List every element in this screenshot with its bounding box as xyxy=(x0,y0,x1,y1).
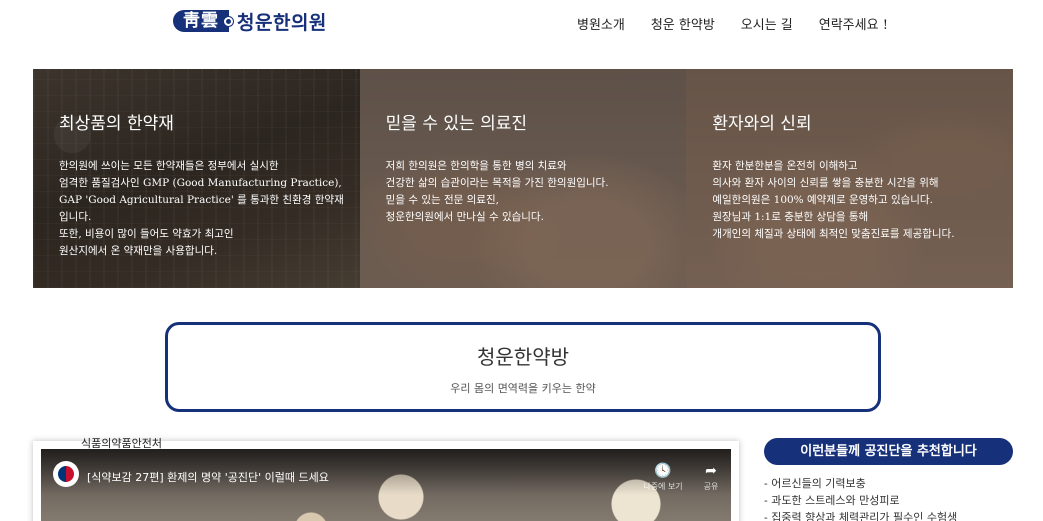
panel-text-line: 입니다. xyxy=(59,211,92,223)
panel-content: 믿을 수 있는 의료진 저희 한의원은 한의학을 통한 병의 치료와 건강한 삶… xyxy=(386,109,673,226)
panel-text-line: GAP 'Good Agricultural Practice' 를 통과한 친… xyxy=(59,194,344,206)
list-item: - 집중력 향상과 체력관리가 필수인 수험생 xyxy=(764,511,958,521)
list-item: - 과도한 스트레스와 만성피로 xyxy=(764,494,900,507)
panel-text-line: 의사와 환자 사이의 신뢰를 쌓을 충분한 시간을 위해 xyxy=(712,177,939,189)
recommendation-list: - 어르신들의 기력보충 - 과도한 스트레스와 만성피로 - 집중력 향상과 … xyxy=(764,475,1013,521)
section-title: 청운한약방 xyxy=(477,345,569,369)
main-nav: 병원소개 청운 한약방 오시는 길 연락주세요 ! xyxy=(577,14,914,33)
recommendation-box: 이런분들께 공진단을 추천합니다 - 어르신들의 기력보충 - 과도한 스트레스… xyxy=(764,438,1013,521)
channel-avatar[interactable] xyxy=(53,461,79,487)
panel-content: 최상품의 한약재 한의원에 쓰이는 모든 한약재들은 정부에서 실시한 엄격한 … xyxy=(59,109,346,260)
nav-item-pharmacy[interactable]: 청운 한약방 xyxy=(651,14,715,33)
video-embed: 식품의약품안전처 [식약보감 27편] 환제의 명약 '공진단' 이럴때 드세요… xyxy=(33,437,739,521)
hero-panel-doctors: 믿을 수 있는 의료진 저희 한의원은 한의학을 통한 병의 치료와 건강한 삶… xyxy=(359,69,687,288)
nav-item-directions[interactable]: 오시는 길 xyxy=(741,14,793,33)
taeguk-icon xyxy=(58,466,74,482)
panel-text-line: 저희 한의원은 한의학을 통한 병의 치료와 xyxy=(385,160,567,172)
nav-item-about[interactable]: 병원소개 xyxy=(577,14,625,33)
nav-item-contact[interactable]: 연락주세요 ! xyxy=(819,14,888,33)
logo-dot-icon xyxy=(224,16,233,26)
panel-text-line: 한의원에 쓰이는 모든 한약재들은 정부에서 실시한 xyxy=(59,160,279,172)
panel-text-line: 원산지에서 온 약재만을 사용합니다. xyxy=(59,245,218,257)
panel-text-line: 원장님과 1:1로 충분한 상담을 통해 xyxy=(712,211,869,223)
share-button[interactable]: ➦ 공유 xyxy=(691,463,731,492)
watch-later-label: 나중에 보기 xyxy=(643,482,683,491)
section-subtitle: 우리 몸의 면역력을 키우는 한약 xyxy=(450,382,596,395)
clinic-logo[interactable]: 靑雲 청운한의원 xyxy=(173,9,327,34)
site-header: 靑雲 청운한의원 병원소개 청운 한약방 오시는 길 연락주세요 ! xyxy=(0,0,1043,44)
panel-text-line: 예일한의원은 100% 예약제로 운영하고 있습니다. xyxy=(712,194,933,206)
recommendation-title: 이런분들께 공진단을 추천합니다 xyxy=(764,438,1013,465)
panel-text-line: 또한, 비용이 많이 들어도 약효가 최고인 xyxy=(59,228,234,240)
panel-text-line: 청운한의원에서 만나실 수 있습니다. xyxy=(385,211,544,223)
logo-hanja: 靑雲 xyxy=(173,10,229,32)
hero-panels: 최상품의 한약재 한의원에 쓰이는 모든 한약재들은 정부에서 실시한 엄격한 … xyxy=(33,69,1014,288)
panel-title: 최상품의 한약재 xyxy=(59,114,174,134)
clock-icon: 🕓 xyxy=(654,463,672,479)
youtube-player[interactable]: [식약보감 27편] 환제의 명약 '공진단' 이럴때 드세요 🕓 나중에 보기… xyxy=(41,449,731,521)
list-item: - 어르신들의 기력보충 xyxy=(764,477,866,490)
panel-text-line: 환자 한분한분을 온전히 이해하고 xyxy=(712,160,858,172)
panel-text-line: 엄격한 품질검사인 GMP (Good Manufacturing Practi… xyxy=(59,177,342,189)
pharmacy-section-box: 청운한약방 우리 몸의 면역력을 키우는 한약 xyxy=(165,322,881,412)
panel-title: 믿을 수 있는 의료진 xyxy=(385,114,528,134)
share-icon: ➦ xyxy=(705,463,717,479)
panel-title: 환자와의 신뢰 xyxy=(712,114,812,134)
panel-text-line: 개개인의 체질과 상태에 최적인 맞춤진료를 제공합니다. xyxy=(712,228,955,240)
watch-later-button[interactable]: 🕓 나중에 보기 xyxy=(643,463,683,492)
panel-text-line: 믿을 수 있는 전문 의료진, xyxy=(385,194,499,206)
hero-panel-trust: 환자와의 신뢰 환자 한분한분을 온전히 이해하고 의사와 환자 사이의 신뢰를… xyxy=(686,69,1014,288)
panel-content: 환자와의 신뢰 환자 한분한분을 온전히 이해하고 의사와 환자 사이의 신뢰를… xyxy=(712,109,999,243)
video-title[interactable]: [식약보감 27편] 환제의 명약 '공진단' 이럴때 드세요 xyxy=(87,469,329,485)
share-label: 공유 xyxy=(703,482,719,491)
hero-panel-herbs: 최상품의 한약재 한의원에 쓰이는 모든 한약재들은 정부에서 실시한 엄격한 … xyxy=(33,69,360,288)
panel-text-line: 건강한 삶의 습관이라는 목적을 가진 한의원입니다. xyxy=(385,177,609,189)
logo-text: 청운한의원 xyxy=(237,11,327,34)
